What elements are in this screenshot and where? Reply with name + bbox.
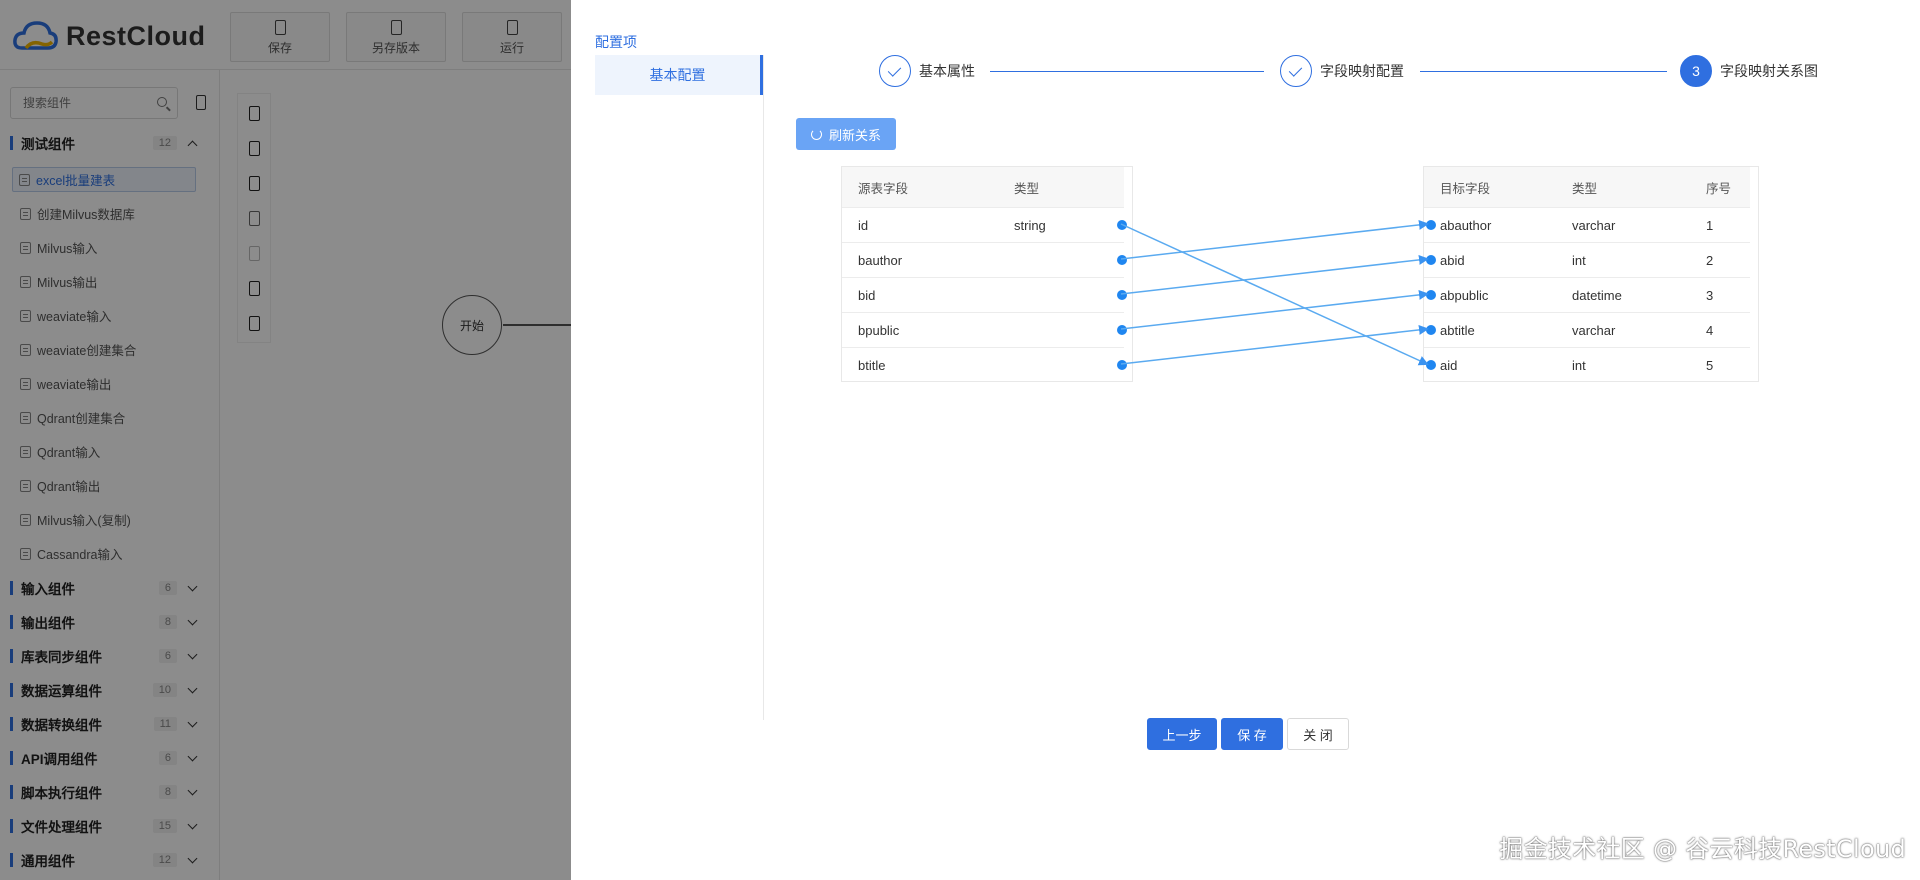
mapping-line[interactable] bbox=[1120, 223, 1429, 366]
watermark: 掘金技术社区 @ 谷云科技RestCloud bbox=[1499, 835, 1906, 863]
mapping-line[interactable] bbox=[1120, 324, 1429, 365]
save-config-button[interactable]: 保 存 bbox=[1221, 718, 1283, 750]
mapping-line[interactable] bbox=[1120, 289, 1429, 330]
mapping-line[interactable] bbox=[1120, 219, 1429, 260]
prev-step-button[interactable]: 上一步 bbox=[1147, 718, 1217, 750]
app-background: RestCloud 保存 另存版本 运行 测试组件 12 excel批量建表创建… bbox=[0, 0, 571, 880]
modal-mask[interactable] bbox=[0, 0, 571, 880]
close-button[interactable]: 关 闭 bbox=[1287, 718, 1349, 750]
config-drawer: 配置项 基本配置 基本属性 字段映射配置 3 字段映射关系图 刷新关系 源表字段… bbox=[571, 0, 1920, 880]
mapping-line[interactable] bbox=[1120, 254, 1429, 295]
